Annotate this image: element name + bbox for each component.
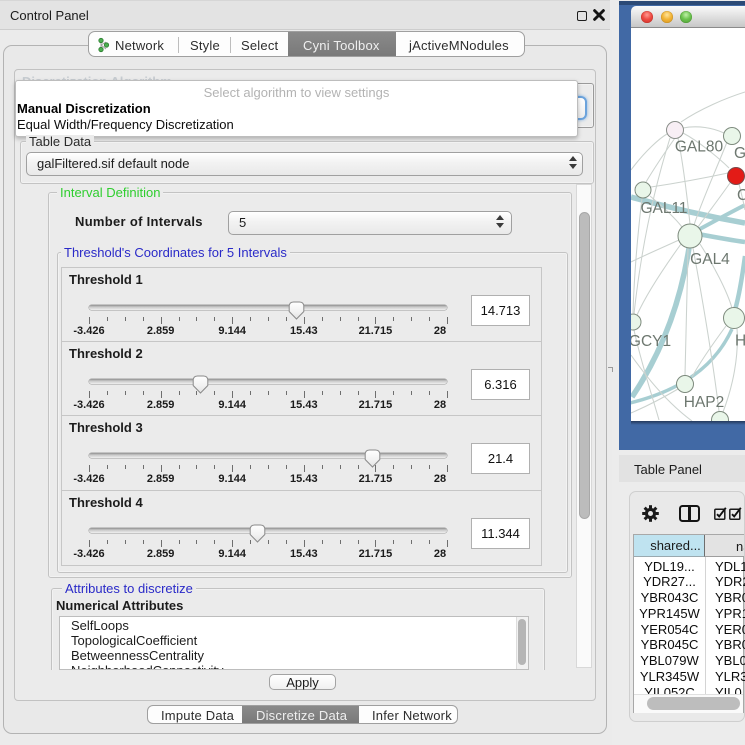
svg-text:C: C bbox=[737, 187, 745, 204]
svg-text:H: H bbox=[735, 333, 745, 350]
svg-text:GA: GA bbox=[734, 145, 745, 162]
svg-text:GCY1: GCY1 bbox=[631, 333, 671, 350]
svg-text:GAL4: GAL4 bbox=[690, 251, 730, 268]
svg-text:GAL80: GAL80 bbox=[675, 139, 724, 156]
svg-text:GAL11: GAL11 bbox=[640, 200, 687, 217]
svg-text:HAP2: HAP2 bbox=[684, 394, 725, 411]
